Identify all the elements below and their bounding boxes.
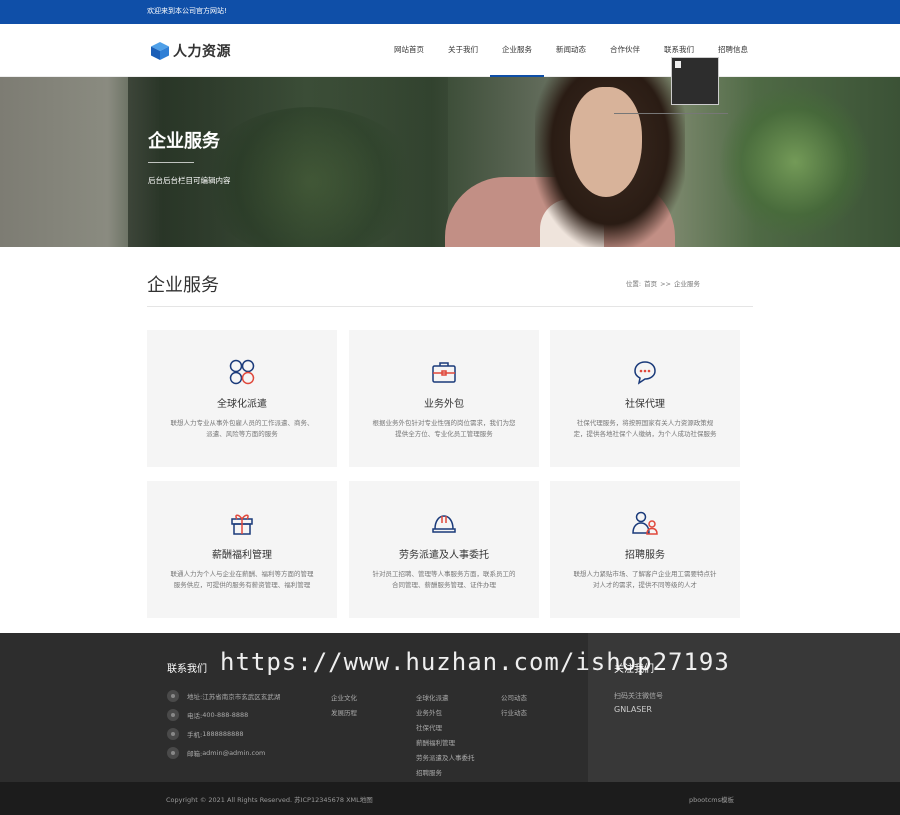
- nav-partners[interactable]: 合作伙伴: [598, 24, 652, 77]
- contact-address: 地址: 江苏省南京市玄武区玄武湖: [167, 689, 280, 703]
- location-pin-icon: [167, 690, 179, 702]
- banner-divider: [148, 162, 194, 163]
- nav-news[interactable]: 新闻动态: [544, 24, 598, 77]
- footer-link[interactable]: 企业文化: [331, 692, 357, 702]
- gift-icon: [231, 514, 253, 535]
- briefcase-icon: [432, 362, 456, 383]
- service-card-global-dispatch[interactable]: 全球化派遣 联想人力专业从事外包雇人员的工作派遣、商务、派遣、风险等方面的服务: [147, 330, 337, 467]
- card-description: 社保代理服务，将按照国家有关人力资源政策规定，提供各地社保个人缴纳，为个人成功社…: [573, 419, 717, 438]
- copyright-text: Copyright © 2021 All Rights Reserved. 苏I…: [166, 796, 373, 804]
- banner-subtitle: 后台后台栏目可编辑内容: [148, 176, 231, 185]
- footer-link[interactable]: 劳务派遣及人事委托: [416, 752, 475, 762]
- footer-link[interactable]: 公司动态: [501, 692, 527, 702]
- page-banner: 企业服务 后台后台栏目可编辑内容: [0, 77, 900, 247]
- breadcrumb: 位置: 首页 >> 企业服务: [626, 278, 703, 288]
- card-description: 联想人力紧贴市场、了解客户企业用工需要特点针对人才的需求，提供不同等级的人才: [573, 570, 717, 589]
- contact-address-value: 江苏省南京市玄武区玄武湖: [202, 693, 281, 701]
- footer-contact-title: 联系我们: [167, 664, 207, 675]
- top-bar: 欢迎来到本公司官方网站!: [0, 0, 900, 24]
- service-card-labor-dispatch[interactable]: 劳务派遣及人事委托 针对员工招聘、管理等人事服务方面，联系员工的合同管理、薪酬服…: [349, 481, 539, 618]
- contact-mobile: 手机: 1888888888: [167, 727, 244, 741]
- breadcrumb-home[interactable]: 首页: [644, 280, 657, 288]
- banner-title: 企业服务: [148, 131, 220, 152]
- service-card-outsourcing[interactable]: 业务外包 根据业务外包针对专业性强的岗位需求，我们为您提供全方位、专业化员工管理…: [349, 330, 539, 467]
- breadcrumb-prefix: 位置:: [625, 280, 642, 288]
- location-pin-icon: [167, 709, 179, 721]
- footer-link[interactable]: 业务外包: [416, 707, 442, 717]
- card-title: 业务外包: [424, 399, 464, 410]
- nav-home[interactable]: 网站首页: [382, 24, 436, 77]
- footer-link[interactable]: 全球化派遣: [416, 692, 449, 702]
- location-pin-icon: [167, 728, 179, 740]
- card-title: 劳务派遣及人事委托: [399, 550, 489, 561]
- page-title: 企业服务: [147, 275, 219, 296]
- card-description: 联通人力为个人与企业在薪酬、福利等方面的管理服务供应，可提供的服务有薪资管理、福…: [170, 570, 314, 589]
- breadcrumb-separator: >>: [660, 280, 671, 288]
- broken-image-icon: [675, 61, 681, 68]
- qr-code-image: [671, 57, 719, 105]
- service-card-recruitment[interactable]: 招聘服务 联想人力紧贴市场、了解客户企业用工需要特点针对人才的需求，提供不同等级…: [550, 481, 740, 618]
- contact-phone-label: 电话:: [187, 712, 203, 720]
- footer-link[interactable]: 薪酬福利管理: [416, 737, 455, 747]
- four-circles-icon: [229, 359, 255, 385]
- watermark-text: https://www.huzhan.com/ishop27193: [220, 648, 730, 676]
- logo[interactable]: 人力资源: [150, 40, 231, 62]
- service-card-social-security[interactable]: 社保代理 社保代理服务，将按照国家有关人力资源政策规定，提供各地社保个人缴纳，为…: [550, 330, 740, 467]
- location-pin-icon: [167, 747, 179, 759]
- card-title: 全球化派遣: [217, 399, 267, 410]
- service-card-payroll[interactable]: 薪酬福利管理 联通人力为个人与企业在薪酬、福利等方面的管理服务供应，可提供的服务…: [147, 481, 337, 618]
- breadcrumb-current[interactable]: 企业服务: [674, 280, 700, 288]
- card-title: 招聘服务: [625, 550, 665, 561]
- hard-hat-icon: [432, 515, 456, 533]
- qr-caption: 扫码关注微信号: [614, 692, 663, 700]
- card-description: 根据业务外包针对专业性强的岗位需求，我们为您提供全方位、专业化员工管理服务: [372, 419, 516, 438]
- welcome-text: 欢迎来到本公司官方网站!: [147, 7, 227, 15]
- footer-link[interactable]: 发展历程: [331, 707, 357, 717]
- footer-link[interactable]: 招聘服务: [416, 767, 442, 777]
- qr-divider: [614, 113, 728, 114]
- site-header: 人力资源 网站首页 关于我们 企业服务 新闻动态 合作伙伴 联系我们 招聘信息: [0, 24, 900, 77]
- template-brand-link[interactable]: pbootcms模板: [689, 794, 734, 804]
- card-description: 针对员工招聘、管理等人事服务方面，联系员工的合同管理、薪酬服务管理、证件办理: [372, 570, 516, 589]
- contact-email-label: 邮箱:: [187, 750, 203, 758]
- card-title: 薪酬福利管理: [212, 550, 272, 561]
- bottom-bar: Copyright © 2021 All Rights Reserved. 苏I…: [0, 782, 900, 815]
- section-header: 企业服务 位置: 首页 >> 企业服务: [147, 267, 753, 307]
- footer-link[interactable]: 社保代理: [416, 722, 442, 732]
- contact-email-value[interactable]: admin@admin.com: [202, 749, 265, 757]
- contact-phone-value: 400-888-8888: [202, 711, 249, 719]
- contact-mobile-value: 1888888888: [202, 730, 244, 738]
- people-icon: [632, 511, 658, 535]
- footer-link[interactable]: 行业动态: [501, 707, 527, 717]
- card-title: 社保代理: [625, 399, 665, 410]
- chat-bubbles-icon: [634, 361, 656, 385]
- contact-mobile-label: 手机:: [187, 731, 203, 739]
- nav-about[interactable]: 关于我们: [436, 24, 490, 77]
- banner-person-face: [570, 87, 642, 197]
- qr-name: GNLASER: [614, 705, 652, 714]
- logo-text: 人力资源: [173, 44, 231, 60]
- contact-address-label: 地址:: [187, 693, 203, 701]
- nav-services[interactable]: 企业服务: [490, 24, 544, 77]
- contact-phone: 电话: 400-888-8888: [167, 708, 248, 722]
- contact-email: 邮箱: admin@admin.com: [167, 746, 265, 760]
- card-description: 联想人力专业从事外包雇人员的工作派遣、商务、派遣、风险等方面的服务: [170, 419, 314, 438]
- cube-logo-icon: [151, 42, 169, 60]
- banner-foliage-right: [720, 87, 870, 237]
